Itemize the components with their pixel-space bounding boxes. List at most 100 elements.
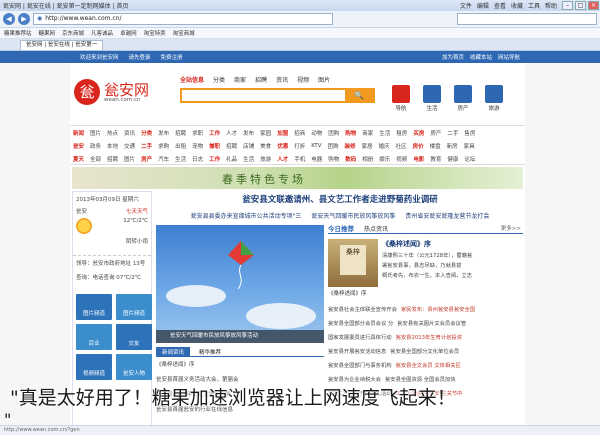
headline-main[interactable]: 瓮安县文联邀请州、县文艺工作者走进野菊药业调研 [160,193,520,205]
channel-tile[interactable]: 交友 [116,324,152,350]
search-tab-all[interactable]: 全站信息 [180,75,204,84]
spring-banner[interactable]: 春季特色专场 [72,167,523,189]
channel-tile[interactable]: 瓮安人物 [116,354,152,380]
site-search-button[interactable]: 🔍 [345,90,373,101]
category-link[interactable]: 资讯 [124,129,135,137]
category-link[interactable]: 夏天 [73,155,84,163]
more-link[interactable]: 更多>> [501,224,521,232]
favorite-link[interactable]: 淘宝商城 [173,29,195,37]
list-item[interactable]: 瓮安县全国部分会员会议 分 [328,319,393,327]
quick-icon-life[interactable]: 生活 [421,85,443,112]
list-item[interactable]: 《桑梓述闻》序 [156,360,324,368]
category-link[interactable]: 楼盘 [430,142,441,150]
category-link[interactable]: 美食 [260,142,271,150]
category-link[interactable]: 分类 [141,129,152,137]
category-link[interactable]: 视频 [396,155,407,163]
category-link[interactable]: 房产 [141,155,152,163]
category-link[interactable]: 加盟 [277,129,288,137]
category-link[interactable]: 生活 [379,129,390,137]
set-homepage-link[interactable]: 加为首页 [442,53,464,61]
category-link[interactable]: 人才 [226,129,237,137]
category-link[interactable]: 动物 [311,129,322,137]
category-link[interactable]: 图片 [124,155,135,163]
weather-forecast-link[interactable]: 七天天气 [126,207,148,215]
category-link[interactable]: 图片 [90,129,101,137]
channel-tile[interactable]: 百业 [76,324,112,350]
category-link[interactable]: 相册 [362,155,373,163]
category-link[interactable]: 房产 [430,129,441,137]
back-button[interactable]: ◀ [3,13,15,25]
category-link[interactable]: 出租 [175,142,186,150]
category-link[interactable]: 电影 [413,155,424,163]
favorite-link[interactable]: 淘宝特卖 [144,29,166,37]
site-logo[interactable]: 瓮 瓮安网 wean.com.cn [74,75,170,109]
tab-current[interactable]: 瓮安网 | 瓮安在线 | 瓮安第一 [20,40,104,50]
category-link[interactable]: 租房 [396,129,407,137]
menu-view[interactable]: 查看 [494,1,506,10]
list-item[interactable]: 家民发布：贵州瓮安县瓮安全国 [401,305,475,313]
category-link[interactable]: 房价 [413,142,424,150]
category-link[interactable]: 发布 [158,129,169,137]
category-link[interactable]: 手机 [294,155,305,163]
minimize-button[interactable]: – [562,1,573,10]
quick-icon-nav[interactable]: 导航 [390,85,412,112]
headline-sub[interactable]: 贵州省安瓮安瓮隆龙营节龙打会 [405,211,489,220]
category-link[interactable]: 家具 [464,142,475,150]
menu-tools[interactable]: 工具 [528,1,540,10]
list-item[interactable]: 瓮安县全文会员 文体相关区 [396,361,461,369]
category-link[interactable]: 人才 [277,155,288,163]
category-link[interactable]: 工作 [209,155,220,163]
category-link[interactable]: 新房 [447,142,458,150]
headline-sub[interactable]: 瓮安县县委办来宣缘城市公共活动专项"三 [191,211,302,220]
category-link[interactable]: 店铺 [243,142,254,150]
category-link[interactable]: 工作 [209,129,220,137]
list-item[interactable]: 瓮安县全国部分文化单位会员 [390,347,459,355]
favorite-link[interactable]: 糖果网 [39,29,56,37]
category-link[interactable]: 电器 [311,155,322,163]
category-link[interactable]: 汽车 [158,155,169,163]
category-link[interactable]: KTV [311,143,321,149]
category-link[interactable]: 买房 [413,129,424,137]
quick-icon-travel[interactable]: 旅游 [483,85,505,112]
category-link[interactable]: 数码 [345,155,356,163]
category-link[interactable]: 生活 [175,155,186,163]
category-link[interactable]: 优惠 [277,142,288,150]
forward-button[interactable]: ▶ [18,13,30,25]
category-link[interactable]: 购物 [328,155,339,163]
category-link[interactable]: 瓮安 [73,142,84,150]
channel-tile[interactable]: 图片频道 [116,294,152,320]
category-link[interactable]: 社区 [396,142,407,150]
menu-favorites[interactable]: 收藏 [511,1,523,10]
address-bar[interactable]: ◉ http://www.wean.com.cn/ [33,13,333,25]
category-link[interactable]: 装修 [345,142,356,150]
category-link[interactable]: 招商 [294,129,305,137]
list-item[interactable]: 瓮安县全国部门与事务机构 [328,361,392,369]
tab-news[interactable]: 新闻资讯 [156,347,191,356]
headline-sub[interactable]: 瓮安天气回暖市民放风筝放风筝 [311,211,395,220]
search-tab[interactable]: 商家 [234,75,246,84]
category-link[interactable]: 团购 [328,129,339,137]
list-item[interactable]: 瓮安县社会主体联全宣传开会 [328,305,397,313]
category-link[interactable]: 礼品 [226,155,237,163]
category-link[interactable]: 热点 [107,129,118,137]
list-item[interactable]: 瓮安县为企业纳税大会 [328,375,381,383]
category-link[interactable]: 招聘 [175,129,186,137]
category-link[interactable]: 旅游 [260,155,271,163]
info-link[interactable]: 查询：电话查询 07℃/2℃ [76,273,148,281]
list-item[interactable]: 瓮安县2013年生育计划投资 [396,333,462,341]
category-link[interactable]: 婚庆 [379,142,390,150]
category-link[interactable]: 教育 [430,155,441,163]
category-link[interactable]: 本地 [107,142,118,150]
category-link[interactable]: 购物 [345,129,356,137]
category-link[interactable]: 求职 [192,129,203,137]
search-tab[interactable]: 资讯 [276,75,288,84]
maximize-button[interactable]: □ [575,1,586,10]
channel-tile[interactable]: 视频频道 [76,354,112,380]
category-link[interactable]: 打折 [294,142,305,150]
category-link[interactable]: 二手 [141,142,152,150]
info-link[interactable]: 领导：瓮安市政府地址 13号 [76,259,148,267]
menu-file[interactable]: 文件 [460,1,472,10]
quick-icon-house[interactable]: 房产 [452,85,474,112]
list-item[interactable]: 瓮安县开展瓮安活动信息 [328,347,386,355]
favorite-link[interactable]: 凡客诚品 [91,29,113,37]
